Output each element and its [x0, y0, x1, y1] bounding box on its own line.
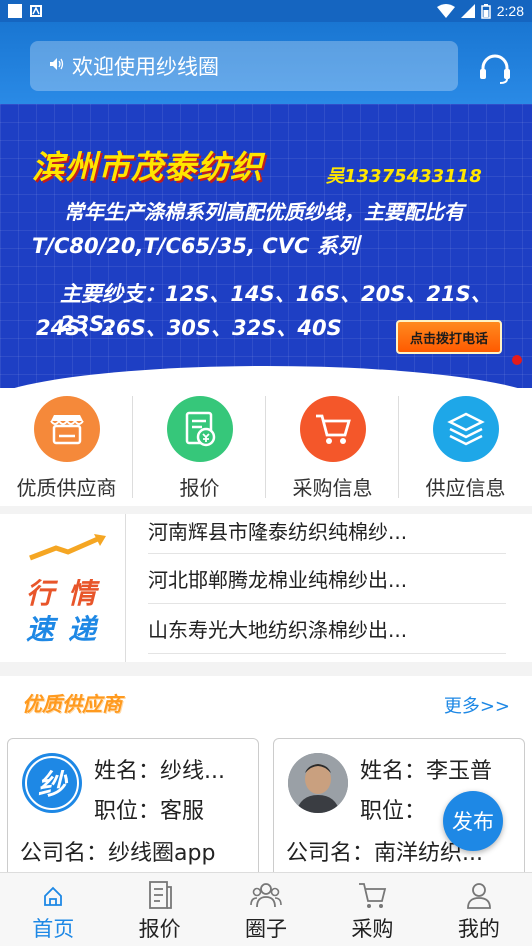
banner-company: 滨州市茂泰纺织 [32, 148, 264, 186]
app-screen: 2:28 欢迎使用纱线圈 滨州市茂泰纺织 吴13375433118 常年生产涤棉… [0, 0, 532, 946]
news-list: 河南辉县市隆泰纺织纯棉纱... 河北邯郸腾龙棉业纯棉纱出... 山东寿光大地纺织… [126, 514, 532, 662]
tab-label: 采购 [351, 917, 394, 941]
category-grid: 优质供应商 报价 采购信息 供应信息 [0, 388, 532, 506]
category-quote[interactable]: 报价 [133, 388, 266, 506]
clock: 2:28 [496, 3, 524, 19]
news-logo-bottom: 速递 [26, 613, 111, 646]
document-icon [148, 881, 172, 909]
search-text: 欢迎使用纱线圈 [72, 55, 219, 79]
supplier-company: 公司名：纱线圈app [20, 841, 216, 866]
supplier-section-header: 优质供应商 更多>> [0, 676, 532, 728]
category-supply-info[interactable]: 供应信息 [399, 388, 532, 506]
store-icon [33, 396, 100, 462]
supplier-position: 职位： [360, 799, 427, 824]
publish-button[interactable]: 发布 [443, 791, 503, 851]
avatar: 纱 [22, 753, 82, 813]
headset-icon[interactable] [478, 52, 512, 86]
tab-label: 报价 [138, 917, 181, 941]
news-item[interactable]: 河北邯郸腾龙棉业纯棉纱出... [148, 554, 506, 604]
people-icon [250, 883, 282, 908]
tab-label: 圈子 [245, 917, 288, 941]
tab-purchase[interactable]: 采购 [319, 873, 425, 946]
layers-icon [432, 396, 499, 462]
tab-home[interactable]: 首页 [0, 873, 106, 946]
news-item[interactable]: 河南辉县市隆泰纺织纯棉纱... [148, 514, 506, 554]
cart-icon [359, 883, 387, 908]
banner-curve [0, 366, 532, 388]
banner-phone: 吴13375433118 [326, 166, 482, 187]
category-label: 供应信息 [425, 476, 506, 500]
home-icon [44, 886, 63, 906]
more-link[interactable]: 更多>> [444, 692, 510, 718]
category-label: 报价 [179, 476, 220, 500]
tab-circle[interactable]: 圈子 [213, 873, 319, 946]
square-icon [8, 4, 22, 18]
category-label: 优质供应商 [16, 476, 117, 500]
top-header: 欢迎使用纱线圈 [0, 22, 532, 104]
category-label: 采购信息 [292, 476, 373, 500]
speaker-icon [50, 58, 64, 74]
tab-mine[interactable]: 我的 [426, 873, 532, 946]
category-purchase-info[interactable]: 采购信息 [266, 388, 399, 506]
battery-icon [481, 3, 491, 19]
supplier-name: 姓名：李玉普 [360, 759, 493, 784]
market-news-logo: 行情 速递 [0, 514, 126, 662]
banner-text-line: T/C80/20,T/C65/35, CVC 系列 [32, 234, 359, 258]
avatar [288, 753, 348, 813]
trend-arrow-icon [29, 534, 106, 561]
status-bar: 2:28 [0, 0, 532, 22]
signal-icon [460, 4, 475, 18]
cart-icon [299, 396, 366, 462]
ad-banner[interactable]: 滨州市茂泰纺织 吴13375433118 常年生产涤棉系列高配优质纱线，主要配比… [0, 104, 532, 388]
a-icon [30, 5, 42, 17]
call-button[interactable]: 点击拨打电话 [396, 320, 502, 354]
news-item[interactable]: 山东寿光大地纺织涤棉纱出... [148, 604, 506, 654]
user-icon [466, 883, 491, 909]
carousel-indicator[interactable] [512, 355, 522, 365]
tab-label: 首页 [32, 917, 75, 941]
avatar-logo-text: 纱 [25, 756, 79, 810]
notice-search-bar[interactable]: 欢迎使用纱线圈 [30, 41, 458, 91]
news-logo-top: 行情 [26, 577, 111, 610]
tab-label: 我的 [457, 917, 500, 941]
category-quality-supplier[interactable]: 优质供应商 [0, 388, 133, 506]
quote-icon [166, 396, 233, 462]
supplier-position: 职位：客服 [94, 799, 205, 824]
banner-text-line: 24S、26S、30S、32S、40S [36, 316, 342, 340]
wifi-icon [436, 4, 455, 18]
section-title: 优质供应商 [22, 692, 122, 716]
bottom-tab-bar: 首页 报价 圈子 采购 我的 [0, 872, 532, 946]
banner-text-line: 常年生产涤棉系列高配优质纱线，主要配比有 [64, 200, 464, 224]
tab-quote[interactable]: 报价 [106, 873, 212, 946]
supplier-card[interactable]: 纱 姓名：纱线... 职位：客服 公司名：纱线圈app [7, 738, 259, 888]
market-news: 行情 速递 河南辉县市隆泰纺织纯棉纱... 河北邯郸腾龙棉业纯棉纱出... 山东… [0, 514, 532, 662]
supplier-name: 姓名：纱线... [94, 759, 225, 784]
